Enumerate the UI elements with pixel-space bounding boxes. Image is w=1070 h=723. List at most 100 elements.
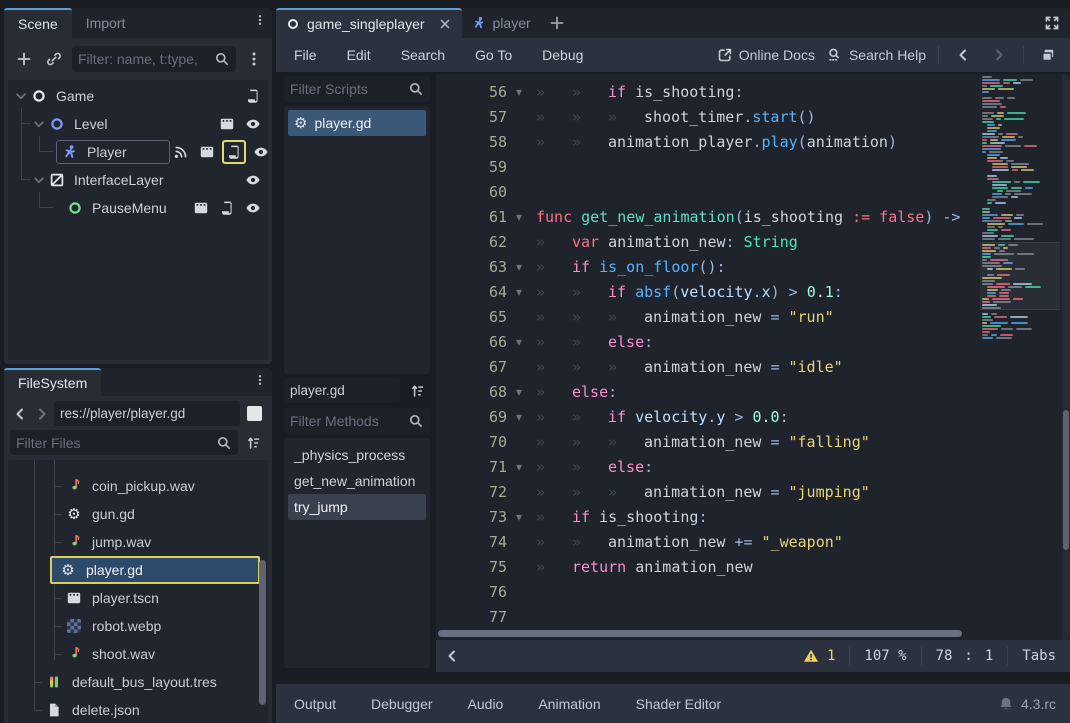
add-node-button[interactable] bbox=[12, 47, 36, 71]
file-row-player-gd[interactable]: ⚙player.gd bbox=[8, 556, 268, 584]
methods-list: _physics_process get_new_animation try_j… bbox=[284, 438, 430, 668]
minimap-viewport[interactable] bbox=[980, 242, 1060, 310]
indent-mode-value: Tabs bbox=[1022, 648, 1056, 664]
h-scrollbar-thumb[interactable] bbox=[438, 630, 962, 637]
menu-goto[interactable]: Go To bbox=[471, 47, 516, 63]
file-row-delete-json[interactable]: delete.json bbox=[8, 696, 268, 723]
bottom-tab-shader-editor[interactable]: Shader Editor bbox=[632, 696, 726, 712]
script-gear-icon: ⚙ bbox=[64, 507, 84, 522]
distraction-free-button[interactable] bbox=[1040, 11, 1064, 35]
bottom-tab-output[interactable]: Output bbox=[290, 696, 340, 712]
script-name-field[interactable] bbox=[290, 383, 394, 398]
online-docs-button[interactable]: Online Docs bbox=[717, 47, 815, 63]
cursor-column: 1 bbox=[985, 648, 993, 664]
code-editor[interactable]: 56▾»»if is_shooting:57»»»shoot_timer.sta… bbox=[436, 74, 1070, 640]
menu-file[interactable]: File bbox=[290, 47, 321, 63]
collapse-icon[interactable] bbox=[30, 117, 48, 131]
close-tab-icon[interactable] bbox=[438, 17, 452, 31]
v-scrollbar-track[interactable] bbox=[1062, 74, 1070, 640]
scene-node-level[interactable]: Level bbox=[8, 110, 268, 138]
file-row-player-tscn[interactable]: player.tscn bbox=[8, 584, 268, 612]
character-body-icon bbox=[61, 144, 79, 160]
scene-node-player[interactable]: Player bbox=[8, 138, 268, 166]
menu-edit[interactable]: Edit bbox=[343, 47, 375, 63]
scene-tab-label: player bbox=[493, 15, 531, 31]
file-row-gun-gd[interactable]: ⚙gun.gd bbox=[8, 500, 268, 528]
method-item-get-new-animation[interactable]: get_new_animation bbox=[288, 468, 426, 494]
open-scene-icon[interactable] bbox=[190, 197, 212, 219]
filesystem-scrollbar[interactable] bbox=[259, 560, 266, 705]
sort-methods-button[interactable] bbox=[406, 379, 430, 403]
script-icon-highlighted[interactable] bbox=[222, 140, 246, 164]
new-scene-tab-button[interactable] bbox=[545, 11, 569, 35]
open-scene-icon[interactable] bbox=[216, 113, 238, 135]
fs-toggle-split-button[interactable] bbox=[242, 402, 266, 426]
method-item-physics-process[interactable]: _physics_process bbox=[288, 442, 426, 468]
bottom-tab-debugger[interactable]: Debugger bbox=[367, 696, 437, 712]
notification-bell-icon[interactable] bbox=[998, 696, 1014, 712]
signal-icon[interactable] bbox=[170, 141, 192, 163]
script-icon[interactable] bbox=[216, 197, 238, 219]
visibility-eye-icon[interactable] bbox=[242, 197, 264, 219]
scene-node-interfacelayer[interactable]: InterfaceLayer bbox=[8, 166, 268, 194]
fs-forward-button[interactable] bbox=[32, 402, 52, 426]
visibility-eye-icon[interactable] bbox=[242, 113, 264, 135]
zoom-indicator[interactable]: 107 % bbox=[850, 648, 920, 664]
method-item-try-jump[interactable]: try_jump bbox=[288, 494, 426, 520]
tab-import[interactable]: Import bbox=[72, 8, 140, 38]
search-help-button[interactable]: Search Help bbox=[827, 47, 926, 63]
warnings-indicator[interactable]: 1 bbox=[789, 648, 849, 664]
scene-node-pausemenu[interactable]: PauseMenu bbox=[8, 194, 268, 222]
tab-scene-label: Scene bbox=[18, 16, 58, 32]
instance-scene-button[interactable] bbox=[42, 47, 66, 71]
fs-back-button[interactable] bbox=[10, 402, 30, 426]
fs-filter-input[interactable] bbox=[16, 435, 216, 451]
history-forward-button[interactable] bbox=[987, 43, 1011, 67]
audio-note-icon bbox=[64, 478, 84, 494]
scene-filter-input[interactable] bbox=[78, 51, 214, 67]
scene-tab-game-singleplayer[interactable]: game_singleplayer bbox=[276, 8, 462, 38]
collapse-icon[interactable] bbox=[12, 89, 30, 103]
visibility-eye-icon[interactable] bbox=[242, 169, 264, 191]
menu-debug[interactable]: Debug bbox=[538, 47, 587, 63]
scene-tree-menu-button[interactable] bbox=[242, 47, 266, 71]
history-back-button[interactable] bbox=[951, 43, 975, 67]
make-floating-button[interactable] bbox=[1036, 43, 1060, 67]
toggle-scripts-panel-button[interactable] bbox=[440, 644, 464, 668]
menu-search[interactable]: Search bbox=[397, 47, 449, 63]
file-row-shoot-wav[interactable]: shoot.wav bbox=[8, 640, 268, 668]
tab-filesystem[interactable]: FileSystem bbox=[4, 368, 101, 396]
indent-mode-indicator[interactable]: Tabs bbox=[1008, 648, 1070, 664]
open-scene-icon[interactable] bbox=[196, 141, 218, 163]
script-item-player-gd[interactable]: ⚙ player.gd bbox=[288, 110, 426, 136]
scene-tab-player[interactable]: player bbox=[462, 8, 541, 38]
search-icon bbox=[214, 51, 230, 67]
filesystem-menu-button[interactable] bbox=[248, 368, 272, 392]
filter-scripts-input[interactable] bbox=[290, 81, 408, 97]
bottom-tab-animation[interactable]: Animation bbox=[534, 696, 604, 712]
v-scrollbar-thumb[interactable] bbox=[1063, 410, 1069, 550]
node-label: Game bbox=[56, 88, 94, 104]
script-icon[interactable] bbox=[242, 85, 264, 107]
minimap[interactable] bbox=[980, 76, 1060, 366]
visibility-eye-icon[interactable] bbox=[250, 141, 268, 163]
tab-scene[interactable]: Scene bbox=[4, 8, 72, 38]
node-label: InterfaceLayer bbox=[74, 172, 164, 188]
fs-sort-button[interactable] bbox=[242, 431, 266, 455]
file-row-jump-wav[interactable]: jump.wav bbox=[8, 528, 268, 556]
fs-path-input[interactable] bbox=[60, 406, 234, 421]
search-icon bbox=[408, 413, 424, 429]
scene-dock-tabbar: Scene Import bbox=[4, 8, 272, 38]
file-row-coin-pickup[interactable]: coin_pickup.wav bbox=[8, 472, 268, 500]
bottom-tab-audio[interactable]: Audio bbox=[464, 696, 508, 712]
file-row-robot-webp[interactable]: robot.webp bbox=[8, 612, 268, 640]
scene-dock-menu-button[interactable] bbox=[248, 8, 272, 32]
filter-methods-input[interactable] bbox=[290, 413, 408, 429]
separator bbox=[938, 46, 939, 64]
file-row-default-bus-layout[interactable]: default_bus_layout.tres bbox=[8, 668, 268, 696]
search-help-label: Search Help bbox=[849, 47, 926, 63]
scene-node-game[interactable]: Game bbox=[8, 82, 268, 110]
node-circle-icon bbox=[30, 88, 48, 104]
collapse-icon[interactable] bbox=[30, 173, 48, 187]
player-rename-box[interactable]: Player bbox=[56, 140, 170, 164]
